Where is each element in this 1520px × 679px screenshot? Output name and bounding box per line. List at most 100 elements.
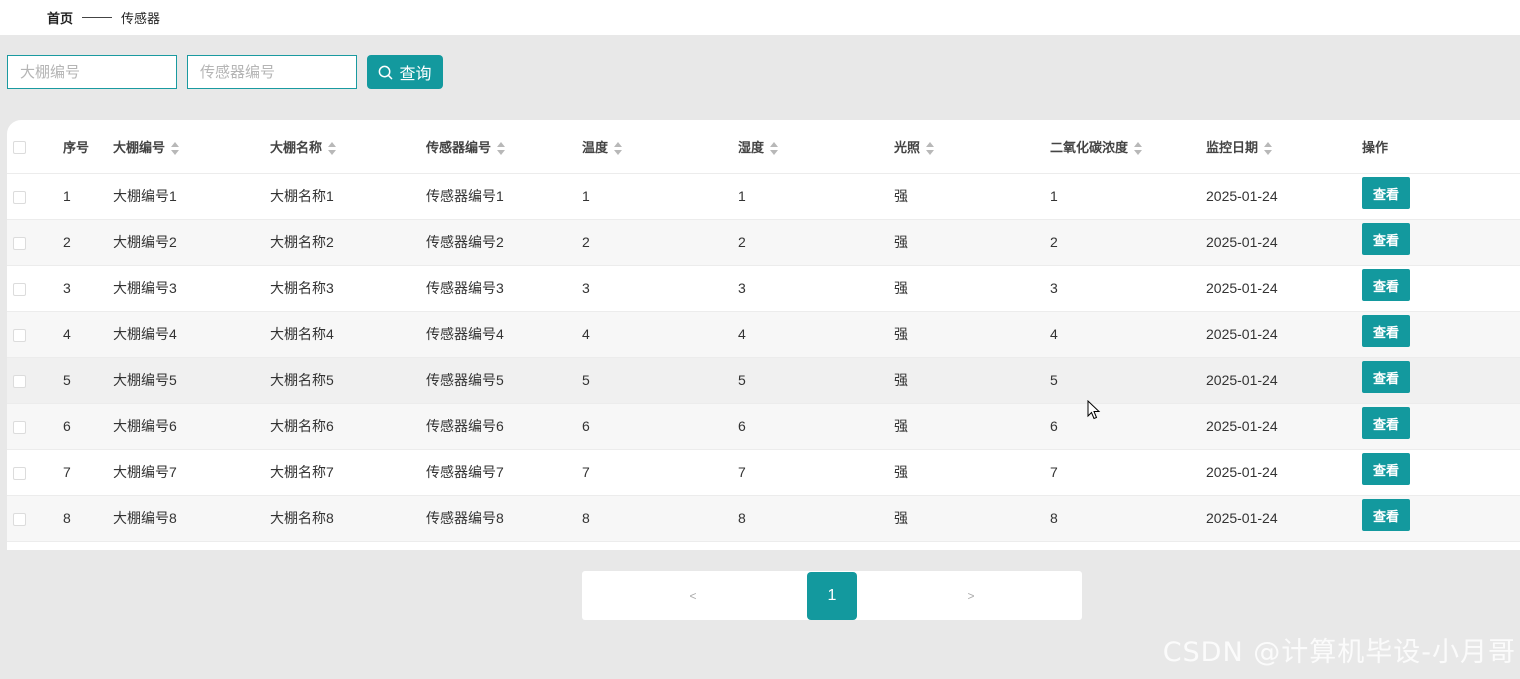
- row-checkbox[interactable]: [13, 282, 26, 296]
- greenhouse-number-input[interactable]: [7, 55, 177, 89]
- cell-monitor-date: 2025-01-24: [1206, 265, 1362, 312]
- cell-humidity: 5: [738, 357, 894, 404]
- cell-co2-concentration: 5: [1050, 357, 1206, 404]
- header-co2[interactable]: 二氧化碳浓度: [1050, 120, 1206, 174]
- cell-temperature: 6: [582, 403, 738, 450]
- cell-co2-concentration: 3: [1050, 265, 1206, 312]
- view-button[interactable]: 查看: [1362, 499, 1410, 531]
- cell-monitor-date: 2025-01-24: [1206, 173, 1362, 220]
- row-checkbox[interactable]: [13, 420, 26, 434]
- sort-icon[interactable]: [1264, 141, 1273, 155]
- cell-co2-concentration: 6: [1050, 403, 1206, 450]
- sort-icon[interactable]: [770, 141, 779, 155]
- cell-actions: 查看: [1362, 311, 1520, 358]
- search-bar: 查询: [7, 55, 443, 89]
- sort-icon[interactable]: [926, 141, 935, 155]
- cell-greenhouse-number: 大棚编号7: [113, 449, 270, 496]
- cell-co2-concentration: 7: [1050, 449, 1206, 496]
- query-button-label: 查询: [399, 66, 432, 83]
- cell-humidity: 2: [738, 219, 894, 266]
- row-checkbox[interactable]: [13, 512, 26, 526]
- table-row[interactable]: 3 大棚编号3 大棚名称3 传感器编号3 3 3 强 3 2025-01-24 查看: [7, 265, 1520, 312]
- table-row[interactable]: 7 大棚编号7 大棚名称7 传感器编号7 7 7 强 7 2025-01-24 查看: [7, 449, 1520, 496]
- view-button[interactable]: 查看: [1362, 177, 1410, 209]
- view-button[interactable]: 查看: [1362, 269, 1410, 301]
- cell-actions: 查看: [1362, 449, 1520, 496]
- header-temperature[interactable]: 温度: [582, 120, 738, 174]
- sort-icon[interactable]: [1134, 141, 1143, 155]
- cell-temperature: 7: [582, 449, 738, 496]
- header-index: 序号: [63, 120, 113, 174]
- sensor-number-input[interactable]: [187, 55, 357, 89]
- cell-greenhouse-name: 大棚名称1: [270, 173, 426, 220]
- table-row[interactable]: 1 大棚编号1 大棚名称1 传感器编号1 1 1 强 1 2025-01-24 查看: [7, 173, 1520, 220]
- header-sensor-number[interactable]: 传感器编号: [426, 120, 582, 174]
- cell-greenhouse-name: 大棚名称5: [270, 357, 426, 404]
- cell-light: 强: [894, 219, 1050, 266]
- query-button[interactable]: 查询: [367, 55, 443, 89]
- view-button[interactable]: 查看: [1362, 407, 1410, 439]
- header-greenhouse-name[interactable]: 大棚名称: [270, 120, 426, 174]
- sort-icon[interactable]: [497, 141, 506, 155]
- sort-icon[interactable]: [171, 141, 180, 155]
- cell-actions: 查看: [1362, 403, 1520, 450]
- table-row[interactable]: 5 大棚编号5 大棚名称5 传感器编号5 5 5 强 5 2025-01-24 查看: [7, 357, 1520, 404]
- cell-temperature: 3: [582, 265, 738, 312]
- breadcrumb-current: 传感器: [121, 11, 161, 26]
- view-button[interactable]: 查看: [1362, 361, 1410, 393]
- cell-sensor-number: 传感器编号6: [426, 403, 582, 450]
- cell-sensor-number: 传感器编号7: [426, 449, 582, 496]
- header-humidity[interactable]: 湿度: [738, 120, 894, 174]
- cell-row-index: 4: [63, 311, 113, 358]
- breadcrumb: 首页 传感器: [0, 0, 1520, 35]
- table-row[interactable]: 4 大棚编号4 大棚名称4 传感器编号4 4 4 强 4 2025-01-24 查看: [7, 311, 1520, 358]
- cell-co2-concentration: 8: [1050, 495, 1206, 542]
- sensor-table: 序号 大棚编号 大棚名称 传感器编号 温度 湿度 光照 二氧化碳浓度 监控日期 …: [7, 120, 1520, 550]
- cell-temperature: 1: [582, 173, 738, 220]
- cell-light: 强: [894, 357, 1050, 404]
- pagination: < 1 >: [582, 571, 1082, 620]
- row-checkbox[interactable]: [13, 466, 26, 480]
- page-1-button[interactable]: 1: [807, 572, 857, 620]
- cell-row-index: 8: [63, 495, 113, 542]
- row-checkbox[interactable]: [13, 190, 26, 204]
- cell-greenhouse-name: 大棚名称4: [270, 311, 426, 358]
- cell-sensor-number: 传感器编号3: [426, 265, 582, 312]
- view-button[interactable]: 查看: [1362, 315, 1410, 347]
- row-checkbox[interactable]: [13, 374, 26, 388]
- cell-co2-concentration: 1: [1050, 173, 1206, 220]
- cell-row-index: 6: [63, 403, 113, 450]
- header-light[interactable]: 光照: [894, 120, 1050, 174]
- cell-light: 强: [894, 403, 1050, 450]
- breadcrumb-home[interactable]: 首页: [47, 8, 73, 27]
- header-monitor-date[interactable]: 监控日期: [1206, 120, 1362, 174]
- select-all-checkbox[interactable]: [13, 140, 26, 154]
- cell-monitor-date: 2025-01-24: [1206, 311, 1362, 358]
- cell-humidity: 8: [738, 495, 894, 542]
- view-button[interactable]: 查看: [1362, 223, 1410, 255]
- cell-greenhouse-number: 大棚编号8: [113, 495, 270, 542]
- cell-temperature: 5: [582, 357, 738, 404]
- cell-humidity: 1: [738, 173, 894, 220]
- cell-sensor-number: 传感器编号5: [426, 357, 582, 404]
- table-row[interactable]: 8 大棚编号8 大棚名称8 传感器编号8 8 8 强 8 2025-01-24 查看: [7, 495, 1520, 542]
- cell-light: 强: [894, 265, 1050, 312]
- watermark: CSDN @计算机毕设-小月哥: [1162, 637, 1516, 668]
- cell-greenhouse-number: 大棚编号1: [113, 173, 270, 220]
- cell-light: 强: [894, 495, 1050, 542]
- table-row[interactable]: 2 大棚编号2 大棚名称2 传感器编号2 2 2 强 2 2025-01-24 查看: [7, 219, 1520, 266]
- next-page-button[interactable]: >: [951, 571, 991, 620]
- table-row[interactable]: 6 大棚编号6 大棚名称6 传感器编号6 6 6 强 6 2025-01-24 查看: [7, 403, 1520, 450]
- header-greenhouse-number[interactable]: 大棚编号: [113, 120, 270, 174]
- sort-icon[interactable]: [328, 141, 337, 155]
- sort-icon[interactable]: [614, 141, 623, 155]
- row-checkbox[interactable]: [13, 328, 26, 342]
- row-checkbox[interactable]: [13, 236, 26, 250]
- cell-humidity: 6: [738, 403, 894, 450]
- view-button[interactable]: 查看: [1362, 453, 1410, 485]
- cell-monitor-date: 2025-01-24: [1206, 219, 1362, 266]
- cell-row-index: 7: [63, 449, 113, 496]
- cell-monitor-date: 2025-01-24: [1206, 495, 1362, 542]
- cell-monitor-date: 2025-01-24: [1206, 449, 1362, 496]
- prev-page-button[interactable]: <: [673, 571, 713, 620]
